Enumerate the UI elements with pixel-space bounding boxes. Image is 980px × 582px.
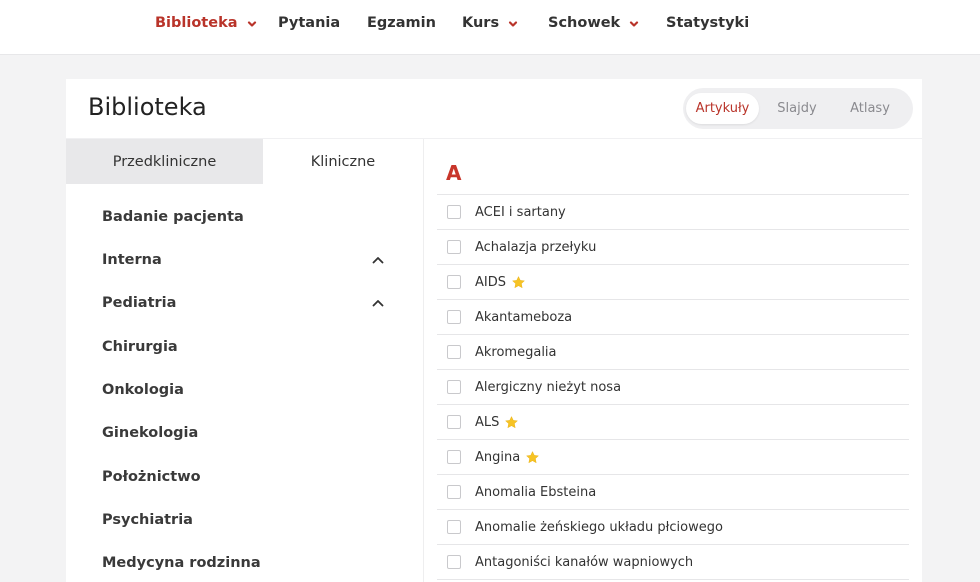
page-title: Biblioteka [88,93,207,121]
article-title: Achalazja przełyku [475,239,597,255]
star-icon [512,275,525,288]
article-checkbox[interactable] [447,310,461,324]
nav-item-label: Statystyki [666,15,750,31]
article-checkbox[interactable] [447,520,461,534]
article-row[interactable]: Akromegalia [437,335,909,370]
category-onkologia[interactable]: Onkologia [102,378,386,402]
category-label: Chirurgia [102,339,178,355]
article-title: Akromegalia [475,344,557,360]
view-switch-atlasy[interactable]: Atlasy [835,93,905,124]
article-title: Akantameboza [475,309,573,325]
article-checkbox[interactable] [447,415,461,429]
nav-item-statystyki[interactable]: Statystyki [666,12,749,34]
category-ginekologia[interactable]: Ginekologia [102,421,386,445]
library-card: Biblioteka Artykuły Slajdy Atlasy Przedk… [66,79,922,582]
chevron-up-icon[interactable] [372,299,384,307]
category-label: Medycyna rodzinna [102,555,261,571]
article-row[interactable]: Akantameboza [437,300,909,335]
article-title: Anomalie żeńskiego układu płciowego [475,519,723,535]
star-icon [526,450,540,463]
category-medycyna-rodzinna[interactable]: Medycyna rodzinna [102,551,386,575]
chevron-down-icon [630,21,639,27]
category-label: Pediatria [102,295,177,311]
category-label: Interna [102,252,162,268]
article-checkbox[interactable] [447,485,461,499]
article-row[interactable]: Alergiczny nieżyt nosa [437,370,909,405]
nav-item-label: Pytania [278,15,341,31]
article-checkbox[interactable] [447,275,461,289]
chevron-down-icon [508,21,518,27]
category-poloznictwo[interactable]: Położnictwo [102,465,386,489]
article-checkbox[interactable] [447,450,461,464]
article-checkbox[interactable] [447,380,461,394]
article-row[interactable]: AIDS [437,265,909,300]
article-row[interactable]: Achalazja przełyku [437,230,909,265]
article-title: AIDS [475,274,506,290]
view-switch-slajdy[interactable]: Slajdy [763,93,831,124]
category-label: Ginekologia [102,425,199,441]
nav-item-biblioteka[interactable]: Biblioteka [155,12,257,34]
article-title: ALS [475,414,500,430]
article-title: Angina [475,449,521,465]
article-title: Antagoniści kanałów wapniowych [475,554,694,570]
view-switch: Artykuły Slajdy Atlasy [683,88,913,129]
article-row[interactable]: Antagoniści kanałów wapniowych [437,545,909,580]
article-row[interactable]: Anomalia Ebsteina [437,475,909,510]
category-label: Psychiatria [102,512,193,528]
article-list: A ACEI i sartany Achalazja przełyku AIDS… [423,139,922,582]
article-title: Alergiczny nieżyt nosa [475,379,622,395]
nav-item-label: Biblioteka [155,15,238,31]
category-label: Badanie pacjenta [102,209,244,225]
article-checkbox[interactable] [447,555,461,569]
category-pediatria[interactable]: Pediatria [102,291,386,315]
article-row[interactable]: ACEI i sartany [437,195,909,230]
nav-item-label: Egzamin [367,15,436,31]
article-row[interactable]: ALS [437,405,909,440]
chevron-down-icon [247,21,256,27]
article-checkbox[interactable] [447,205,461,219]
category-badanie-pacjenta[interactable]: Badanie pacjenta [102,205,386,229]
nav-item-label: Kurs [462,15,500,31]
category-chirurgia[interactable]: Chirurgia [102,335,386,359]
top-navigation: Biblioteka Pytania Egzamin Kurs Schowek … [0,0,980,55]
nav-item-kurs[interactable]: Kurs [462,12,518,34]
alphabet-letter-heading: A [446,161,462,185]
tab-przedkliniczne[interactable]: Przedkliniczne [66,139,263,184]
article-checkbox[interactable] [447,240,461,254]
chevron-up-icon[interactable] [372,256,384,264]
article-title: Anomalia Ebsteina [475,484,597,500]
view-switch-artykuly[interactable]: Artykuły [686,93,759,124]
nav-item-label: Schowek [548,15,621,31]
article-row[interactable]: Anomalie żeńskiego układu płciowego [437,510,909,545]
category-interna[interactable]: Interna [102,248,386,272]
nav-item-pytania[interactable]: Pytania [278,12,340,34]
category-label: Położnictwo [102,469,201,485]
category-psychiatria[interactable]: Psychiatria [102,508,386,532]
nav-item-egzamin[interactable]: Egzamin [367,12,436,34]
tab-kliniczne[interactable]: Kliniczne [263,139,423,184]
nav-item-schowek[interactable]: Schowek [548,12,639,34]
article-title: ACEI i sartany [475,204,566,220]
article-row[interactable]: Angina [437,440,909,475]
category-label: Onkologia [102,382,184,398]
article-checkbox[interactable] [447,345,461,359]
star-icon [505,415,519,428]
